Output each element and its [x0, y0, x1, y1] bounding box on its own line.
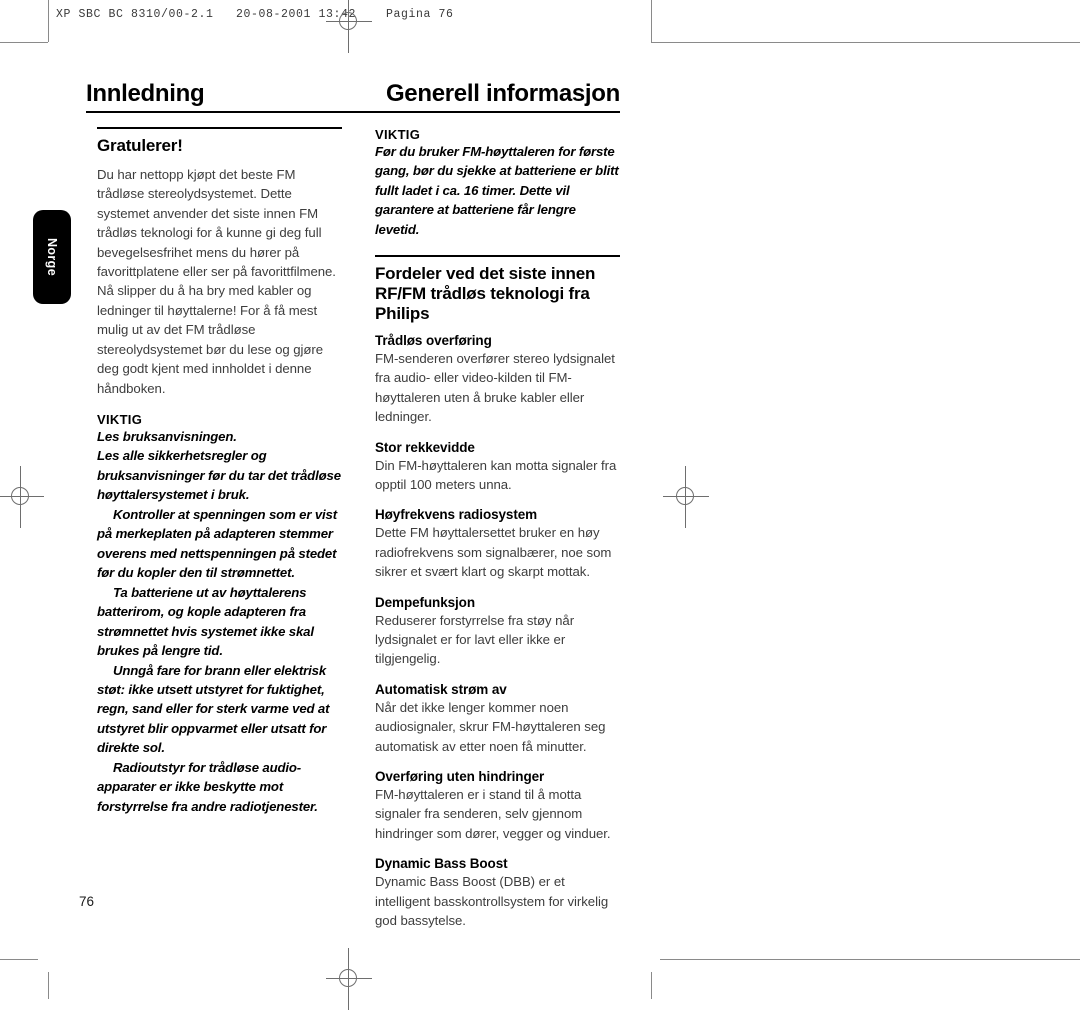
section-divider [375, 255, 620, 257]
feature-title: Overføring uten hindringer [375, 769, 545, 785]
manual-page: Norge Innledning Generell informasjon Gr… [0, 0, 1080, 999]
warning-text-3: Kontroller at spenningen som er vist på … [97, 506, 337, 581]
warning-text-2: Les alle sikkerhetsregler og bruksanvisn… [97, 448, 341, 503]
feature-text: Dynamic Bass Boost (DBB) er et intellige… [375, 874, 609, 929]
feature-text: Reduserer forstyrrelse fra støy når lyds… [375, 612, 575, 667]
right-column: VIKTIG Før du bruker FM-høyttaleren for … [375, 127, 620, 931]
section-heading-fordeler: Fordeler ved det siste innen RF/FM trådl… [375, 263, 596, 323]
feature-title: Dynamic Bass Boost [375, 856, 508, 872]
feature-list: Trådløs overføring FM-senderen overfører… [375, 333, 620, 931]
warning-label-right: VIKTIG [375, 127, 421, 142]
page-title-right: Generell informasjon [385, 80, 620, 107]
warning-text-4: Ta batteriene ut av høyttalerens batteri… [97, 584, 314, 659]
page-number: 76 [79, 894, 95, 909]
feature-title: Dempefunksjon [375, 594, 475, 610]
feature-text: Dette FM høyttalersettet bruker en høy r… [375, 525, 612, 580]
page-title-left: Innledning [86, 80, 205, 107]
language-tab: Norge [33, 210, 71, 304]
feature-title: Stor rekkevidde [375, 439, 475, 455]
warning-text-battery: Før du bruker FM-høyttaleren for første … [375, 144, 619, 237]
left-column: Gratulerer! Du har nettopp kjøpt det bes… [97, 127, 342, 816]
section-heading-gratulerer: Gratulerer! [97, 136, 183, 155]
header-divider [86, 111, 620, 113]
warning-text-6: Radioutstyr for trådløse audio-apparater… [97, 759, 318, 814]
language-tab-label: Norge [45, 237, 59, 277]
feature-title: Høyfrekvens radiosystem [375, 507, 538, 523]
feature-text: FM-høyttaleren er i stand til å motta si… [375, 787, 611, 841]
warning-label-left: VIKTIG [97, 411, 143, 427]
feature-text: Når det ikke lenger kommer noen audiosig… [375, 699, 606, 754]
warning-text-1: Les bruksanvisningen. [97, 428, 237, 444]
warning-text-5: Unngå fare for brann eller elektrisk stø… [97, 662, 330, 756]
intro-paragraph: Du har nettopp kjøpt det beste FM trådlø… [97, 167, 336, 396]
feature-text: Din FM-høyttaleren kan motta signaler fr… [375, 457, 617, 493]
feature-title: Trådløs overføring [375, 332, 492, 348]
feature-title: Automatisk strøm av [375, 681, 507, 697]
feature-text: FM-senderen overfører stereo lydsignalet… [375, 350, 615, 425]
section-divider [97, 127, 342, 129]
